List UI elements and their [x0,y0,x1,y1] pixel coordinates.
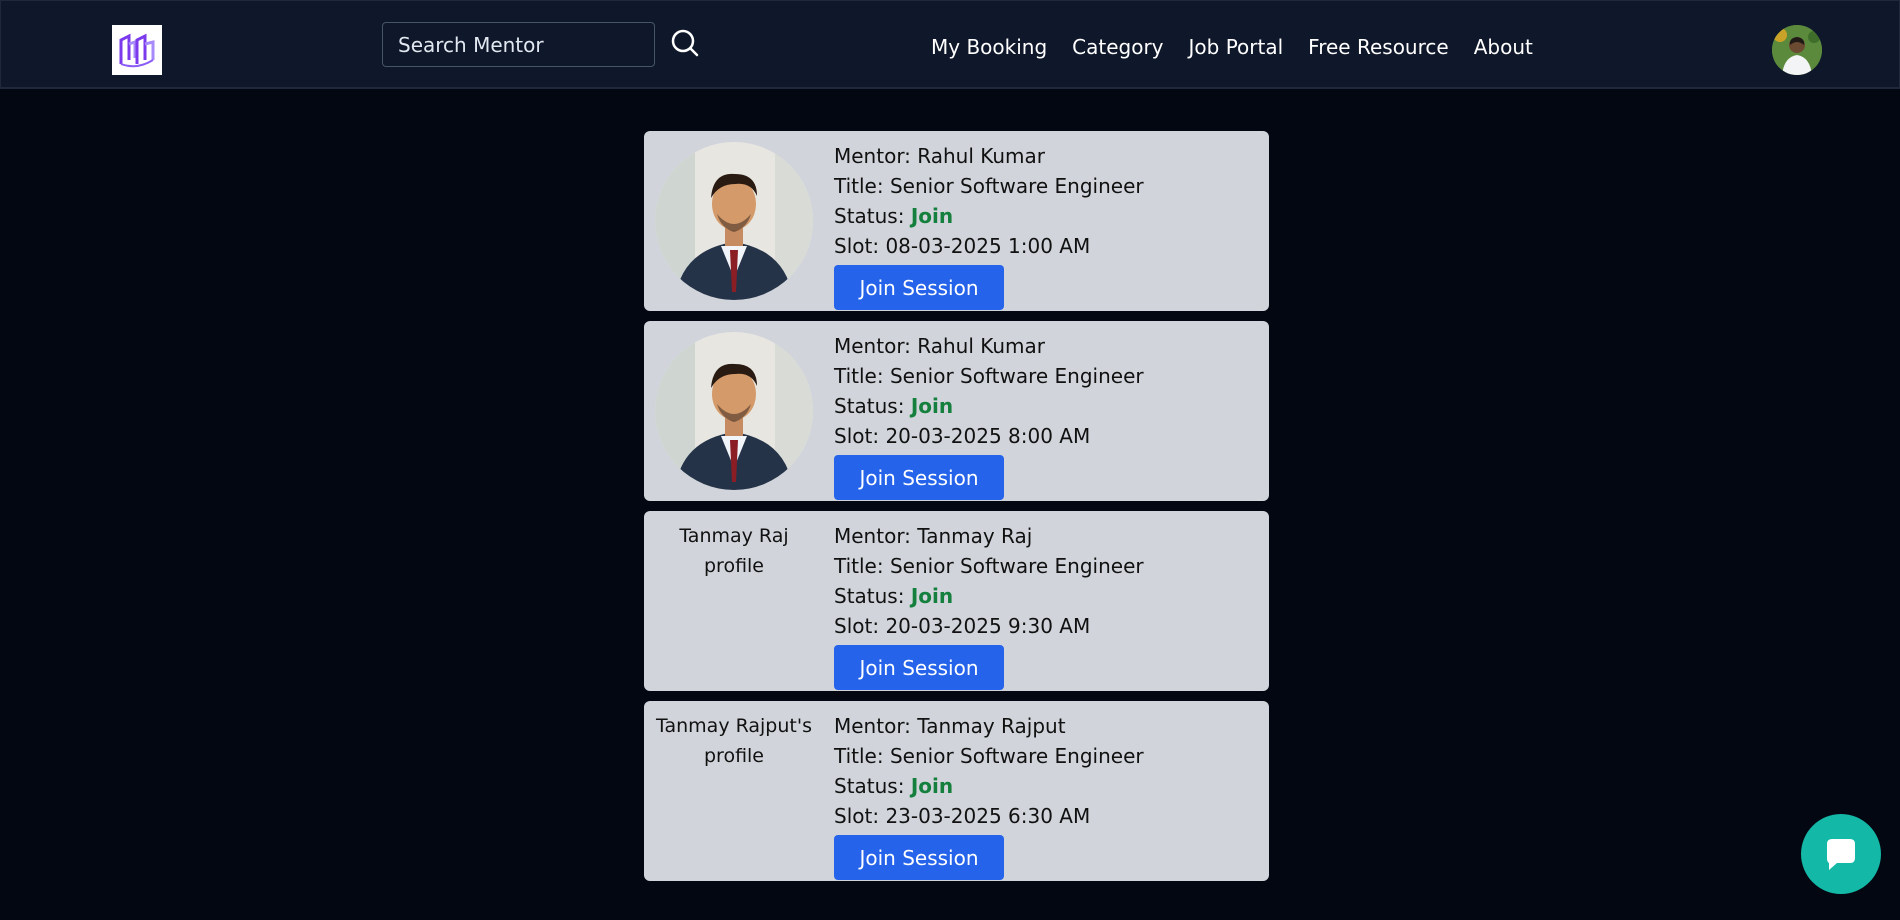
mentor-title: Senior Software Engineer [889,174,1144,198]
slot-label: Slot: [834,234,886,258]
mentor-row: Mentor: Tanmay Rajput [834,711,1144,741]
slot-value: 20-03-2025 9:30 AM [885,614,1091,638]
slot-row: Slot: 20-03-2025 8:00 AM [834,421,1144,451]
slot-row: Slot: 20-03-2025 9:30 AM [834,611,1144,641]
booking-info: Mentor: Rahul Kumar Title: Senior Softwa… [834,141,1144,310]
title-label: Title: [834,744,890,768]
mentor-label: Mentor: [834,144,918,168]
slot-value: 20-03-2025 8:00 AM [885,424,1091,448]
mentor-row: Mentor: Rahul Kumar [834,331,1144,361]
mentor-title: Senior Software Engineer [889,364,1144,388]
join-session-button[interactable]: Join Session [834,455,1004,500]
booking-card: Tanmay Rajput's profile Mentor: Tanmay R… [644,701,1269,881]
join-session-button[interactable]: Join Session [834,645,1004,690]
slot-value: 08-03-2025 1:00 AM [885,234,1091,258]
mentor-photo [655,142,813,300]
mentor-name: Tanmay Raj [917,524,1033,548]
booking-card: Tanmay Raj profile Mentor: Tanmay Raj Ti… [644,511,1269,691]
title-label: Title: [834,174,890,198]
status-label: Status: [834,584,911,608]
status-label: Status: [834,394,911,418]
mentor-name: Rahul Kumar [917,144,1046,168]
top-navbar: My Booking Category Job Portal Free Reso… [0,0,1900,89]
slot-label: Slot: [834,804,886,828]
status-label: Status: [834,774,911,798]
nav-about[interactable]: About [1474,35,1533,59]
mentor-name: Rahul Kumar [917,334,1046,358]
mentor-title: Senior Software Engineer [889,744,1144,768]
slot-value: 23-03-2025 6:30 AM [885,804,1091,828]
slot-label: Slot: [834,424,886,448]
status-value: Join [910,204,954,228]
search-input[interactable] [382,22,655,67]
status-row: Status: Join [834,201,1144,231]
logo-icon[interactable] [112,25,162,75]
search-icon [671,29,699,57]
nav-category[interactable]: Category [1072,35,1163,59]
nav-free-resource[interactable]: Free Resource [1308,35,1449,59]
chat-button[interactable] [1801,814,1881,894]
mentor-photo-alt: Tanmay Raj profile [679,525,789,577]
main-nav: My Booking Category Job Portal Free Reso… [931,35,1533,59]
status-row: Status: Join [834,771,1144,801]
title-label: Title: [834,364,890,388]
chat-icon [1827,839,1855,870]
status-label: Status: [834,204,911,228]
booking-card: Mentor: Rahul Kumar Title: Senior Softwa… [644,321,1269,501]
mentor-photo [655,332,813,490]
nav-my-booking[interactable]: My Booking [931,35,1047,59]
booking-info: Mentor: Rahul Kumar Title: Senior Softwa… [834,331,1144,500]
booking-card: Mentor: Rahul Kumar Title: Senior Softwa… [644,131,1269,311]
mentor-name: Tanmay Rajput [917,714,1066,738]
mentor-row: Mentor: Tanmay Raj [834,521,1144,551]
booking-info: Mentor: Tanmay Raj Title: Senior Softwar… [834,521,1144,690]
join-session-button[interactable]: Join Session [834,265,1004,310]
title-label: Title: [834,554,890,578]
slot-row: Slot: 23-03-2025 6:30 AM [834,801,1144,831]
status-value: Join [910,394,954,418]
mentor-row: Mentor: Rahul Kumar [834,141,1144,171]
nav-job-portal[interactable]: Job Portal [1189,35,1284,59]
title-row: Title: Senior Software Engineer [834,551,1144,581]
mentor-label: Mentor: [834,714,918,738]
mentor-label: Mentor: [834,524,918,548]
booking-info: Mentor: Tanmay Rajput Title: Senior Soft… [834,711,1144,880]
status-row: Status: Join [834,391,1144,421]
join-session-button[interactable]: Join Session [834,835,1004,880]
search-button[interactable] [669,28,701,60]
booking-list: Mentor: Rahul Kumar Title: Senior Softwa… [644,131,1269,891]
slot-row: Slot: 08-03-2025 1:00 AM [834,231,1144,261]
slot-label: Slot: [834,614,886,638]
status-value: Join [910,774,954,798]
status-value: Join [910,584,954,608]
user-avatar[interactable] [1772,25,1822,75]
mentor-photo-alt: Tanmay Rajput's profile [656,715,812,767]
title-row: Title: Senior Software Engineer [834,741,1144,771]
title-row: Title: Senior Software Engineer [834,171,1144,201]
status-row: Status: Join [834,581,1144,611]
title-row: Title: Senior Software Engineer [834,361,1144,391]
mentor-title: Senior Software Engineer [889,554,1144,578]
mentor-label: Mentor: [834,334,918,358]
